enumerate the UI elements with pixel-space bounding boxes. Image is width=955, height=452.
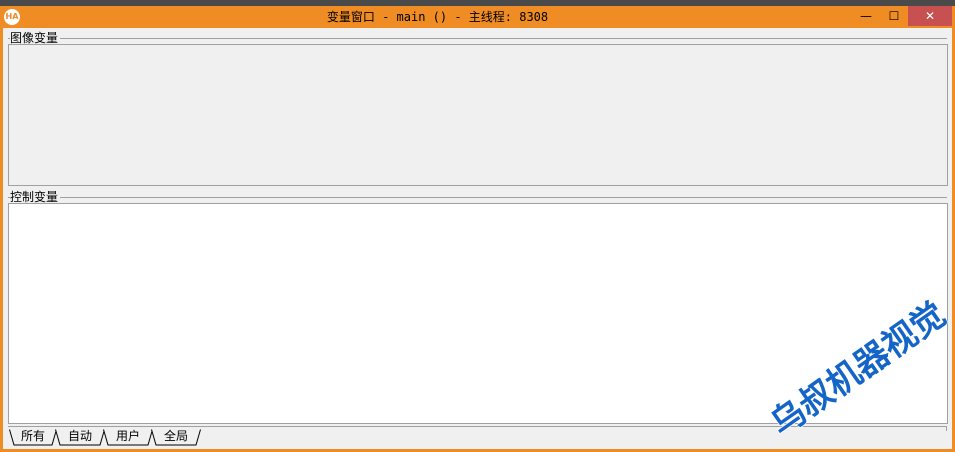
minimize-button[interactable]: — (852, 6, 880, 26)
image-vars-group-line (8, 38, 947, 39)
tab-all-label: 所有 (20, 429, 45, 443)
window-client-area: 图像变量 控制变量 所有 自动 用户 全局 (3, 28, 952, 449)
tab-global[interactable]: 全局 (151, 429, 201, 446)
tab-user-label: 用户 (115, 429, 140, 443)
tab-user[interactable]: 用户 (103, 429, 153, 446)
tab-auto-label: 自动 (67, 429, 92, 443)
maximize-button[interactable]: ☐ (880, 6, 908, 26)
tab-global-label: 全局 (163, 429, 188, 443)
image-vars-panel[interactable] (8, 44, 948, 186)
window-title: 变量窗口 - main () - 主线程: 8308 (326, 10, 549, 24)
tab-auto[interactable]: 自动 (55, 429, 105, 446)
control-vars-group-line (8, 197, 947, 198)
tab-all[interactable]: 所有 (9, 429, 57, 446)
title-bar[interactable]: HA 变量窗口 - main () - 主线程: 8308 — ☐ ✕ (0, 6, 955, 28)
image-vars-group-label: 图像变量 (10, 31, 61, 45)
close-button[interactable]: ✕ (908, 6, 952, 26)
control-vars-panel[interactable] (8, 203, 948, 424)
control-vars-group-label: 控制变量 (10, 190, 61, 204)
